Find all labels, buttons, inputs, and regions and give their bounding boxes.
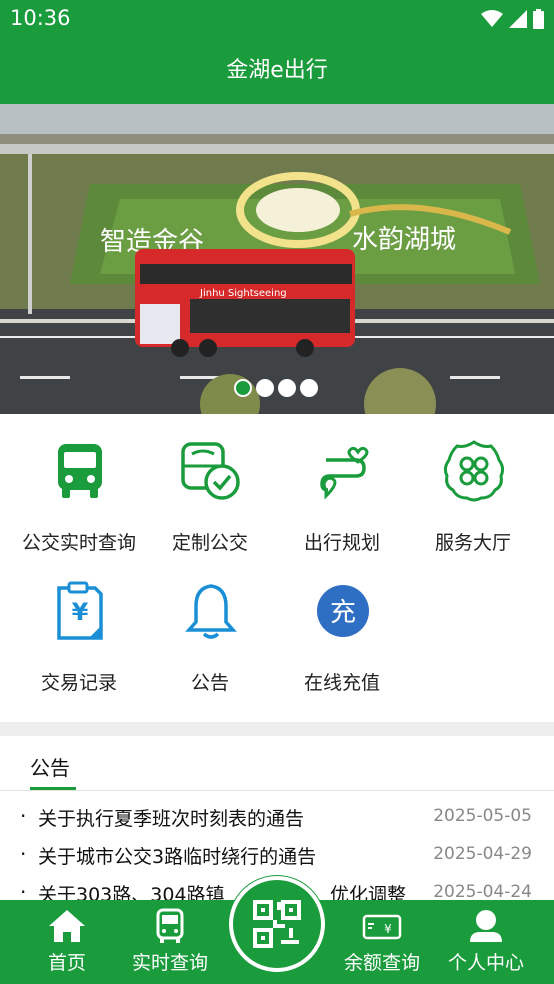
status-bar: 10:36 xyxy=(0,0,554,38)
tab-label: 个人中心 xyxy=(447,952,524,974)
home-icon xyxy=(49,910,85,942)
status-time: 10:36 xyxy=(10,6,71,30)
bus-text: Jinhu Sightseeing xyxy=(199,288,287,299)
notice-separator xyxy=(0,790,554,791)
notice-title: 关于执行夏季班次时刻表的通告 xyxy=(38,808,305,830)
carousel-dot[interactable] xyxy=(234,379,252,397)
banner-carousel[interactable]: 智造金谷 水韵湖城 Jinhu Sightseeing xyxy=(0,104,554,414)
service-label: 公告 xyxy=(190,672,229,694)
app-bar: 金湖e出行 xyxy=(0,38,554,104)
banner-image: 智造金谷 水韵湖城 Jinhu Sightseeing xyxy=(0,104,554,414)
service-label: 交易记录 xyxy=(40,672,117,694)
tab-notice[interactable]: 公告 xyxy=(30,752,70,781)
bus-icon xyxy=(58,444,102,498)
battery-icon xyxy=(533,9,544,29)
svg-text:¥: ¥ xyxy=(72,598,89,626)
service-grid: 公交实时查询 定制公交 出行规划 服务大厅 ¥ 交易记录 公告 充 在线充值 xyxy=(0,414,554,722)
signal-icon xyxy=(509,10,527,28)
service-label: 定制公交 xyxy=(171,532,248,554)
scan-qr-button[interactable] xyxy=(229,876,325,972)
custom-bus-icon xyxy=(181,442,240,500)
wifi-icon xyxy=(481,10,503,27)
list-item[interactable]: · 关于城市公交3路临时绕行的通告 2025-04-29 xyxy=(0,838,554,876)
carousel-dots xyxy=(234,379,318,397)
service-bus-realtime[interactable]: 公交实时查询 xyxy=(10,414,148,554)
notice-date: 2025-04-24 xyxy=(433,882,532,902)
list-item[interactable]: · 关于执行夏季班次时刻表的通告 2025-05-05 xyxy=(0,800,554,838)
bullet: · xyxy=(20,842,27,866)
carousel-dot[interactable] xyxy=(256,379,274,397)
page-title: 金湖e出行 xyxy=(226,58,328,83)
tab-label: 首页 xyxy=(47,952,86,974)
service-label: 在线充值 xyxy=(303,672,380,694)
service-transaction-record[interactable]: ¥ 交易记录 xyxy=(10,554,148,694)
service-hall-icon xyxy=(443,440,505,502)
bus-icon xyxy=(156,908,184,943)
service-label: 服务大厅 xyxy=(434,532,511,554)
tab-home[interactable]: 首页 xyxy=(17,900,117,984)
service-custom-bus[interactable]: 定制公交 xyxy=(141,414,279,554)
transaction-record-icon: ¥ xyxy=(57,581,103,640)
recharge-icon: 充 xyxy=(317,585,369,637)
tab-realtime[interactable]: 实时查询 xyxy=(120,900,220,984)
carousel-dot[interactable] xyxy=(300,379,318,397)
notice-date: 2025-04-29 xyxy=(433,844,532,864)
recharge-glyph: 充 xyxy=(330,598,356,628)
qr-code-icon xyxy=(253,900,301,948)
tab-balance[interactable]: ¥ 余额查询 xyxy=(332,900,432,984)
service-recharge[interactable]: 充 在线充值 xyxy=(273,554,411,694)
card-icon: ¥ xyxy=(362,914,402,940)
carousel-dot[interactable] xyxy=(278,379,296,397)
service-hall[interactable]: 服务大厅 xyxy=(404,414,542,554)
section-divider xyxy=(0,722,554,736)
bell-icon xyxy=(185,584,237,639)
notice-date: 2025-05-05 xyxy=(433,806,532,826)
service-notice[interactable]: 公告 xyxy=(141,554,279,694)
sign-text-right: 水韵湖城 xyxy=(352,225,456,255)
bullet: · xyxy=(20,804,27,828)
tab-label: 余额查询 xyxy=(343,952,420,974)
svg-text:¥: ¥ xyxy=(384,922,392,936)
tab-label: 实时查询 xyxy=(131,952,208,974)
status-icons xyxy=(481,9,544,29)
service-label: 公交实时查询 xyxy=(21,532,136,554)
notice-title: 关于城市公交3路临时绕行的通告 xyxy=(38,846,317,868)
user-icon xyxy=(470,910,502,942)
route-plan-icon xyxy=(320,446,369,500)
service-route-plan[interactable]: 出行规划 xyxy=(273,414,411,554)
service-label: 出行规划 xyxy=(303,532,380,554)
tab-profile[interactable]: 个人中心 xyxy=(436,900,536,984)
